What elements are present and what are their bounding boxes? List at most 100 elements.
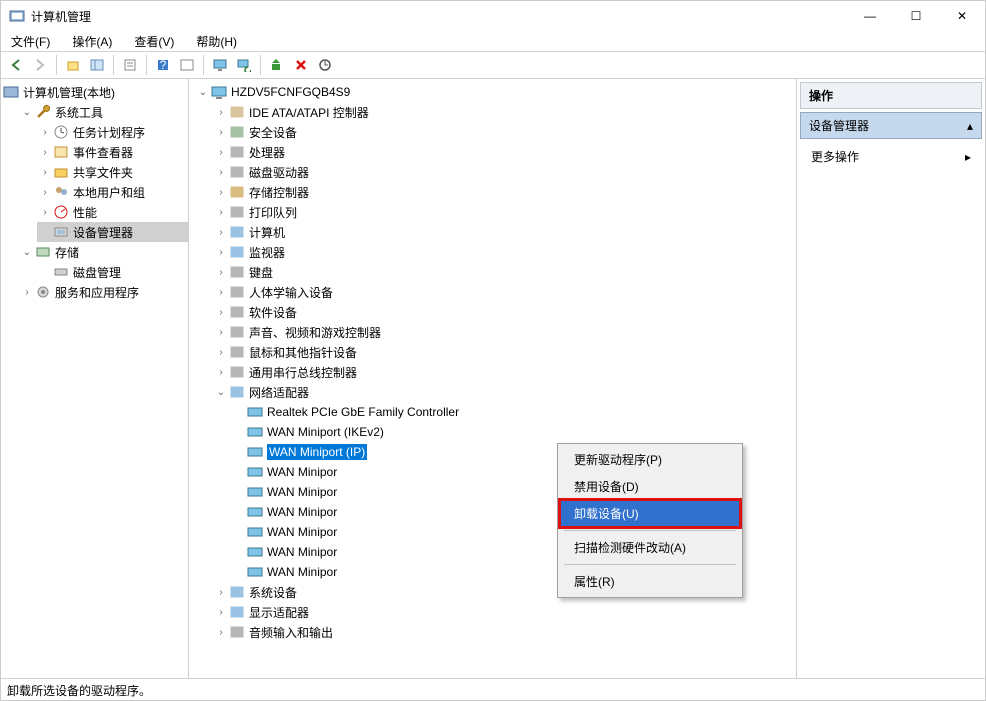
up-button[interactable]: [62, 54, 84, 76]
expand-icon[interactable]: ›: [215, 306, 227, 318]
expand-icon[interactable]: ›: [215, 126, 227, 138]
tree-event-viewer[interactable]: ›事件查看器: [37, 142, 188, 162]
system-icon: [229, 584, 245, 600]
expand-icon[interactable]: ›: [215, 326, 227, 338]
device-cat-usb[interactable]: › 通用串行总线控制器: [213, 362, 796, 382]
back-button[interactable]: [5, 54, 27, 76]
tree-services-apps[interactable]: ›服务和应用程序: [19, 282, 188, 302]
device-cat-keyboard[interactable]: › 键盘: [213, 262, 796, 282]
device-item-network[interactable]: › WAN Miniport (IKEv2): [231, 422, 796, 442]
device-cat-security[interactable]: › 安全设备: [213, 122, 796, 142]
device-cat-cpu[interactable]: › 处理器: [213, 142, 796, 162]
close-button[interactable]: ✕: [939, 1, 985, 31]
device-cat-display[interactable]: › 显示适配器: [213, 602, 796, 622]
tree-local-users[interactable]: ›本地用户和组: [37, 182, 188, 202]
expand-icon[interactable]: ›: [215, 246, 227, 258]
device-cat-network[interactable]: ⌄ 网络适配器: [213, 382, 796, 402]
software-icon: [229, 304, 245, 320]
expand-icon[interactable]: ›: [39, 126, 51, 138]
expand-icon[interactable]: ›: [215, 606, 227, 618]
device-cat-software[interactable]: › 软件设备: [213, 302, 796, 322]
device-cat-ide[interactable]: › IDE ATA/ATAPI 控制器: [213, 102, 796, 122]
device-cat-storagectrl[interactable]: › 存储控制器: [213, 182, 796, 202]
device-cat-mouse[interactable]: › 鼠标和其他指针设备: [213, 342, 796, 362]
collapse-icon[interactable]: ⌄: [21, 106, 33, 118]
menu-view[interactable]: 查看(V): [130, 31, 178, 52]
tree-task-scheduler[interactable]: ›任务计划程序: [37, 122, 188, 142]
properties-button[interactable]: [119, 54, 141, 76]
device-cat-hid[interactable]: › 人体学输入设备: [213, 282, 796, 302]
users-icon: [53, 184, 69, 200]
expand-icon[interactable]: ›: [39, 206, 51, 218]
expand-icon[interactable]: ›: [215, 166, 227, 178]
mouse-icon: [229, 344, 245, 360]
expand-icon[interactable]: ›: [215, 586, 227, 598]
monitor-button[interactable]: [209, 54, 231, 76]
expand-icon[interactable]: ›: [215, 266, 227, 278]
expand-icon[interactable]: ›: [215, 146, 227, 158]
hid-icon: [229, 284, 245, 300]
tree-shared-folders[interactable]: ›共享文件夹: [37, 162, 188, 182]
collapse-icon[interactable]: ⌄: [215, 386, 227, 398]
uninstall-button[interactable]: [290, 54, 312, 76]
expand-icon[interactable]: ›: [39, 146, 51, 158]
left-tree-pane[interactable]: 计算机管理(本地) ⌄ 系统工具 ›任务计划程序 ›事件查看器 ›共享文件夹: [1, 79, 189, 678]
storage-ctrl-icon: [229, 184, 245, 200]
tree-disk-mgmt[interactable]: ›磁盘管理: [37, 262, 188, 282]
ctx-separator: [564, 530, 736, 531]
device-tree-pane[interactable]: ⌄HZDV5FCNFGQB4S9 › IDE ATA/ATAPI 控制器 › 安…: [189, 79, 797, 678]
monitor-refresh-button[interactable]: [233, 54, 255, 76]
tree-storage[interactable]: ⌄ 存储: [19, 242, 188, 262]
tree-system-tools[interactable]: ⌄ 系统工具: [19, 102, 188, 122]
tree-device-manager[interactable]: ›设备管理器: [37, 222, 188, 242]
device-mgr-icon: [53, 224, 69, 240]
tree-root[interactable]: 计算机管理(本地): [1, 82, 188, 102]
main-area: 计算机管理(本地) ⌄ 系统工具 ›任务计划程序 ›事件查看器 ›共享文件夹: [1, 79, 985, 678]
network-adapter-icon: [247, 464, 263, 480]
device-cat-sound[interactable]: › 声音、视频和游戏控制器: [213, 322, 796, 342]
network-adapter-icon: [247, 504, 263, 520]
expand-icon[interactable]: ›: [39, 186, 51, 198]
actions-more[interactable]: 更多操作 ▸: [797, 142, 985, 171]
refresh-button[interactable]: [176, 54, 198, 76]
menu-help[interactable]: 帮助(H): [192, 31, 241, 52]
forward-button[interactable]: [29, 54, 51, 76]
show-hide-tree-button[interactable]: [86, 54, 108, 76]
device-cat-audio[interactable]: › 音频输入和输出: [213, 622, 796, 642]
collapse-icon[interactable]: ⌄: [21, 246, 33, 258]
add-hardware-button[interactable]: [266, 54, 288, 76]
help-button[interactable]: ?: [152, 54, 174, 76]
keyboard-icon: [229, 264, 245, 280]
device-item-network[interactable]: › Realtek PCIe GbE Family Controller: [231, 402, 796, 422]
menu-file[interactable]: 文件(F): [7, 31, 54, 52]
expand-icon[interactable]: ›: [215, 206, 227, 218]
actions-selected[interactable]: 设备管理器 ▴: [800, 112, 982, 139]
audio-icon: [229, 624, 245, 640]
ctx-uninstall-device[interactable]: 卸载设备(U): [560, 500, 740, 527]
menu-action[interactable]: 操作(A): [68, 31, 116, 52]
expand-icon[interactable]: ›: [215, 286, 227, 298]
minimize-button[interactable]: —: [847, 1, 893, 31]
device-host[interactable]: ⌄HZDV5FCNFGQB4S9: [195, 82, 796, 102]
expand-icon[interactable]: ›: [215, 186, 227, 198]
expand-icon[interactable]: ›: [39, 166, 51, 178]
ctx-scan-hardware[interactable]: 扫描检测硬件改动(A): [560, 534, 740, 561]
network-adapter-icon: [247, 484, 263, 500]
collapse-icon[interactable]: ⌄: [197, 86, 209, 98]
ctx-update-driver[interactable]: 更新驱动程序(P): [560, 446, 740, 473]
device-cat-printq[interactable]: › 打印队列: [213, 202, 796, 222]
device-cat-diskdrive[interactable]: › 磁盘驱动器: [213, 162, 796, 182]
expand-icon[interactable]: ›: [215, 346, 227, 358]
maximize-button[interactable]: ☐: [893, 1, 939, 31]
expand-icon[interactable]: ›: [215, 366, 227, 378]
ctx-properties[interactable]: 属性(R): [560, 568, 740, 595]
ctx-disable-device[interactable]: 禁用设备(D): [560, 473, 740, 500]
expand-icon[interactable]: ›: [215, 106, 227, 118]
device-cat-computer[interactable]: › 计算机: [213, 222, 796, 242]
scan-hardware-button[interactable]: [314, 54, 336, 76]
expand-icon[interactable]: ›: [215, 226, 227, 238]
expand-icon[interactable]: ›: [215, 626, 227, 638]
device-cat-monitor[interactable]: › 监视器: [213, 242, 796, 262]
tree-performance[interactable]: ›性能: [37, 202, 188, 222]
expand-icon[interactable]: ›: [21, 286, 33, 298]
